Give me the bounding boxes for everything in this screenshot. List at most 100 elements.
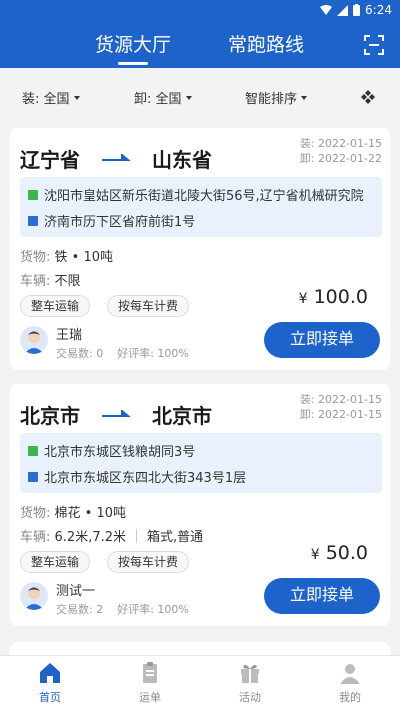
route-arrow-icon <box>102 153 131 161</box>
signal-icon <box>337 4 349 16</box>
status-icons: 6:24 <box>320 3 392 17</box>
vehicle-value: 6.2米,7.2米 <box>54 530 127 545</box>
status-bar: 6:24 <box>0 0 400 20</box>
cargo-card[interactable]: 北京市 北京市 装: 2022-01-15 卸: 2022-01-15 北京市东… <box>10 384 390 626</box>
load-tag-icon <box>28 189 38 200</box>
tab-home[interactable]: 首页 <box>20 662 80 705</box>
goods-info: 货物: 棉花 • 10吨 <box>20 502 126 521</box>
dates: 装: 2022-01-15 卸: 2022-01-22 <box>300 136 382 166</box>
avatar[interactable] <box>20 326 48 354</box>
unload-date: 卸: 2022-01-15 <box>299 408 382 421</box>
cargo-card[interactable]: 辽宁省 山东省 装: 2022-01-15 卸: 2022-01-22 沈阳市皇… <box>10 128 390 370</box>
user-icon <box>340 664 360 684</box>
vehicle-info: 车辆: 6.2米,7.2米 箱式,普通 <box>20 526 203 545</box>
route-arrow-icon <box>102 409 131 417</box>
destination-province: 山东省 <box>152 148 212 172</box>
filter-icon[interactable] <box>361 90 375 104</box>
origin-province: 北京市 <box>20 404 80 428</box>
unload-tag-icon <box>28 471 38 482</box>
load-filter-dropdown[interactable]: 装: 全国 <box>22 88 80 107</box>
deal-count: 交易数: 0 <box>56 347 104 360</box>
wifi-icon <box>320 4 333 15</box>
home-icon <box>40 663 60 683</box>
top-header: 货源大厅 常跑路线 <box>0 20 400 68</box>
bottom-tab-bar: 首页 运单 活动 我的 <box>0 655 400 711</box>
unload-address-text: 济南市历下区省府前街1号 <box>44 215 196 230</box>
tag-chip: 按每车计费 <box>107 295 190 317</box>
price: ¥50.0 <box>311 542 368 564</box>
scan-icon[interactable] <box>364 35 384 55</box>
address-box: 北京市东城区钱粮胡同3号 北京市东城区东四北大街343号1层 <box>20 433 382 493</box>
deal-count: 交易数: 2 <box>56 603 104 616</box>
price-currency: ¥ <box>298 291 308 307</box>
tag-chip: 整车运输 <box>20 295 91 317</box>
load-address: 沈阳市皇姑区新乐街道北陵大街56号,辽宁省机械研究院 <box>28 185 364 204</box>
gift-icon <box>241 664 259 683</box>
unload-address: 济南市历下区省府前街1号 <box>28 211 195 230</box>
tab-home-label: 首页 <box>39 691 61 704</box>
unload-tag-icon <box>28 215 38 226</box>
price-value: 50.0 <box>325 542 368 564</box>
route: 辽宁省 山东省 <box>20 144 212 173</box>
sort-label: 智能排序 <box>245 92 298 107</box>
unload-filter-label: 卸: 全国 <box>134 92 182 107</box>
user-name: 王瑞 <box>56 328 83 343</box>
filter-bar: 装: 全国 卸: 全国 智能排序 <box>0 68 400 128</box>
load-address-text: 沈阳市皇姑区新乐街道北陵大街56号,辽宁省机械研究院 <box>44 189 364 204</box>
user-stats: 交易数: 2 好评率: 100% <box>56 601 189 617</box>
load-address: 北京市东城区钱粮胡同3号 <box>28 441 195 460</box>
user-avatar-icon <box>24 331 44 354</box>
tab-mine-label: 我的 <box>339 691 361 704</box>
waybill-icon <box>143 662 157 683</box>
caret-down-icon <box>185 95 192 100</box>
tab-activity[interactable]: 活动 <box>220 662 280 705</box>
route: 北京市 北京市 <box>20 400 212 429</box>
tag-list: 整车运输 按每车计费 <box>20 295 240 317</box>
price: ¥100.0 <box>299 286 368 308</box>
tag-chip: 整车运输 <box>20 551 91 573</box>
origin-province: 辽宁省 <box>20 148 80 172</box>
goods-value: 棉花 • 10吨 <box>54 506 127 521</box>
accept-order-button[interactable]: 立即接单 <box>264 578 380 614</box>
user-stats: 交易数: 0 好评率: 100% <box>56 345 189 361</box>
user-name: 测试一 <box>56 584 96 599</box>
load-filter-label: 装: 全国 <box>22 92 70 107</box>
tab-mine[interactable]: 我的 <box>320 662 380 705</box>
tag-list: 整车运输 按每车计费 <box>20 551 240 573</box>
user-avatar-icon <box>24 587 44 610</box>
destination-province: 北京市 <box>152 404 212 428</box>
caret-down-icon <box>73 95 80 100</box>
price-value: 100.0 <box>313 286 368 308</box>
rating: 好评率: 100% <box>117 603 189 616</box>
sort-dropdown[interactable]: 智能排序 <box>245 88 308 107</box>
avatar[interactable] <box>20 582 48 610</box>
tag-chip: 按每车计费 <box>107 551 190 573</box>
load-date: 装: 2022-01-15 <box>299 137 382 150</box>
unload-filter-dropdown[interactable]: 卸: 全国 <box>134 88 192 107</box>
unload-address-text: 北京市东城区东四北大街343号1层 <box>44 471 247 486</box>
goods-info: 货物: 铁 • 10吨 <box>20 246 113 265</box>
goods-label: 货物: <box>20 250 51 265</box>
load-address-text: 北京市东城区钱粮胡同3号 <box>44 445 196 460</box>
vehicle-label: 车辆: <box>20 530 51 545</box>
unload-date: 卸: 2022-01-22 <box>299 152 382 165</box>
tab-activity-label: 活动 <box>239 691 261 704</box>
load-date: 装: 2022-01-15 <box>299 393 382 406</box>
dates: 装: 2022-01-15 卸: 2022-01-15 <box>300 392 382 422</box>
vehicle-label: 车辆: <box>20 274 51 289</box>
tab-cargo-hall[interactable]: 货源大厅 <box>95 30 171 65</box>
rating: 好评率: 100% <box>117 347 189 360</box>
vehicle-info: 车辆: 不限 <box>20 270 81 289</box>
status-time: 6:24 <box>365 3 392 17</box>
accept-order-button[interactable]: 立即接单 <box>264 322 380 358</box>
vehicle-type: 箱式,普通 <box>147 530 204 545</box>
goods-value: 铁 • 10吨 <box>54 250 114 265</box>
divider <box>136 528 138 543</box>
tab-waybill[interactable]: 运单 <box>120 662 180 705</box>
caret-down-icon <box>301 95 308 100</box>
tab-frequent-routes[interactable]: 常跑路线 <box>228 30 304 57</box>
battery-icon <box>353 4 361 16</box>
vehicle-value: 不限 <box>54 274 81 289</box>
load-tag-icon <box>28 445 38 456</box>
goods-label: 货物: <box>20 506 51 521</box>
